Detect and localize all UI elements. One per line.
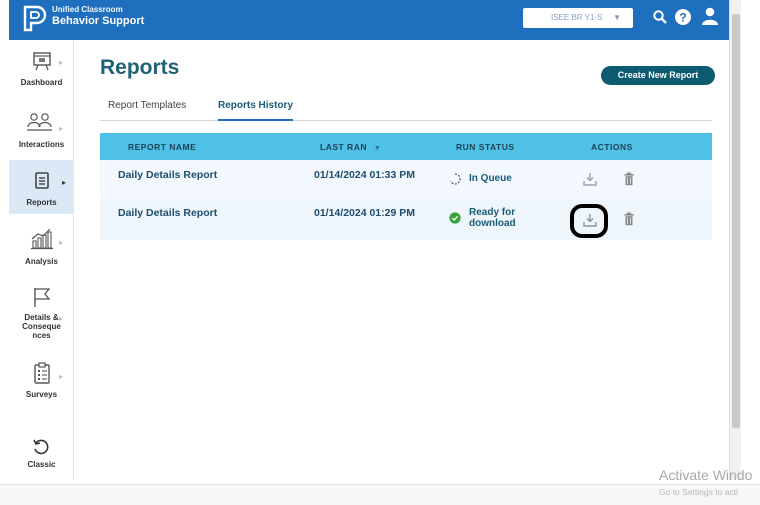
sidebar-item-label: Interactions bbox=[18, 140, 65, 149]
help-icon[interactable]: ? bbox=[674, 8, 692, 26]
tab-reports-history[interactable]: Reports History bbox=[218, 100, 294, 121]
column-header-label: LAST RAN bbox=[320, 142, 367, 152]
sidebar-item-surveys[interactable]: ▸ Surveys bbox=[9, 358, 74, 414]
run-status-line-1: Ready for bbox=[469, 207, 516, 218]
vertical-scrollbar[interactable] bbox=[729, 0, 741, 480]
column-header-last-ran[interactable]: LAST RAN ▼ bbox=[320, 142, 381, 152]
sidebar-item-label: Reports bbox=[26, 198, 57, 207]
document-icon bbox=[35, 172, 49, 189]
window-bottom-bar bbox=[0, 484, 760, 505]
school-select[interactable]: ISEE BR Y1-S ▼ bbox=[523, 8, 633, 28]
column-header-run-status[interactable]: RUN STATUS bbox=[456, 142, 515, 152]
loading-spinner-icon bbox=[449, 173, 461, 185]
search-icon[interactable] bbox=[653, 10, 667, 24]
run-status: Ready for download bbox=[469, 207, 516, 229]
sidebar-item-details-consequences[interactable]: ▸ Details & Conseque nces bbox=[9, 282, 74, 346]
flag-icon bbox=[34, 288, 51, 307]
activate-windows-watermark: Activate Windo bbox=[659, 467, 753, 483]
brand-line-2: Behavior Support bbox=[52, 14, 145, 27]
run-status-line-2: download bbox=[469, 217, 516, 229]
scrollbar-thumb[interactable] bbox=[732, 14, 740, 428]
activate-windows-hint: Go to Settings to acti bbox=[659, 487, 738, 497]
top-header: Unified Classroom Behavior Support ISEE … bbox=[9, 0, 729, 40]
tab-report-templates[interactable]: Report Templates bbox=[108, 100, 186, 119]
presentation-board-icon bbox=[33, 52, 51, 71]
chevron-right-icon: ▸ bbox=[59, 124, 64, 133]
page-title: Reports bbox=[100, 56, 180, 79]
sidebar-item-reports[interactable]: ▸ Reports bbox=[9, 160, 74, 214]
chevron-right-icon: ▸ bbox=[59, 238, 64, 247]
sidebar-item-analysis[interactable]: ▸ Analysis bbox=[9, 220, 74, 276]
check-circle-icon bbox=[449, 212, 461, 224]
last-ran: 01/14/2024 01:33 PM bbox=[314, 169, 415, 181]
chart-growth-icon bbox=[31, 228, 53, 250]
svg-text:?: ? bbox=[679, 11, 686, 25]
run-status: In Queue bbox=[469, 173, 512, 184]
reports-history-table: REPORT NAME LAST RAN ▼ RUN STATUS ACTION… bbox=[100, 133, 712, 240]
sidebar-item-classic[interactable]: Classic bbox=[9, 432, 74, 476]
table-header: REPORT NAME LAST RAN ▼ RUN STATUS ACTION… bbox=[100, 133, 712, 160]
sidebar-item-label: Classic bbox=[27, 460, 56, 469]
delete-icon[interactable] bbox=[622, 172, 636, 186]
app-logo-icon[interactable] bbox=[21, 4, 47, 32]
sidebar: ▸ Dashboard ▸ Interactions ▸ Reports ▸ A… bbox=[9, 40, 74, 480]
people-interaction-icon bbox=[27, 113, 52, 131]
brand-line-1: Unified Classroom bbox=[52, 5, 123, 14]
table-row: Daily Details Report 01/14/2024 01:29 PM… bbox=[100, 199, 712, 240]
create-new-report-button[interactable]: Create New Report bbox=[601, 66, 715, 85]
sidebar-item-dashboard[interactable]: ▸ Dashboard bbox=[9, 44, 74, 100]
sidebar-item-label: Surveys bbox=[25, 390, 58, 399]
sidebar-item-label: Dashboard bbox=[20, 78, 63, 87]
column-header-actions: ACTIONS bbox=[591, 142, 633, 152]
brand-title: Unified Classroom Behavior Support bbox=[52, 5, 145, 27]
download-icon[interactable] bbox=[583, 172, 597, 186]
table-row: Daily Details Report 01/14/2024 01:33 PM… bbox=[100, 160, 712, 199]
chevron-right-icon: ▸ bbox=[59, 372, 64, 381]
sidebar-item-label: Analysis bbox=[25, 257, 58, 266]
sort-descending-icon: ▼ bbox=[373, 145, 382, 152]
chevron-right-icon: ▸ bbox=[59, 58, 64, 67]
clipboard-checklist-icon bbox=[34, 362, 50, 384]
report-name: Daily Details Report bbox=[118, 207, 218, 219]
sidebar-item-label: Details & Conseque nces bbox=[22, 313, 61, 341]
download-icon[interactable] bbox=[583, 213, 597, 227]
last-ran: 01/14/2024 01:29 PM bbox=[314, 207, 415, 219]
report-tabs: Report Templates Reports History bbox=[100, 96, 712, 121]
chevron-right-icon: ▸ bbox=[62, 178, 67, 187]
sidebar-item-interactions[interactable]: ▸ Interactions bbox=[9, 102, 74, 158]
chevron-down-icon: ▼ bbox=[613, 13, 621, 22]
report-name: Daily Details Report bbox=[118, 169, 218, 181]
column-header-report-name[interactable]: REPORT NAME bbox=[128, 142, 196, 152]
delete-icon[interactable] bbox=[622, 212, 636, 226]
undo-icon bbox=[33, 439, 49, 455]
user-profile-icon[interactable] bbox=[701, 7, 719, 26]
school-select-value: ISEE BR Y1-S bbox=[551, 13, 603, 22]
